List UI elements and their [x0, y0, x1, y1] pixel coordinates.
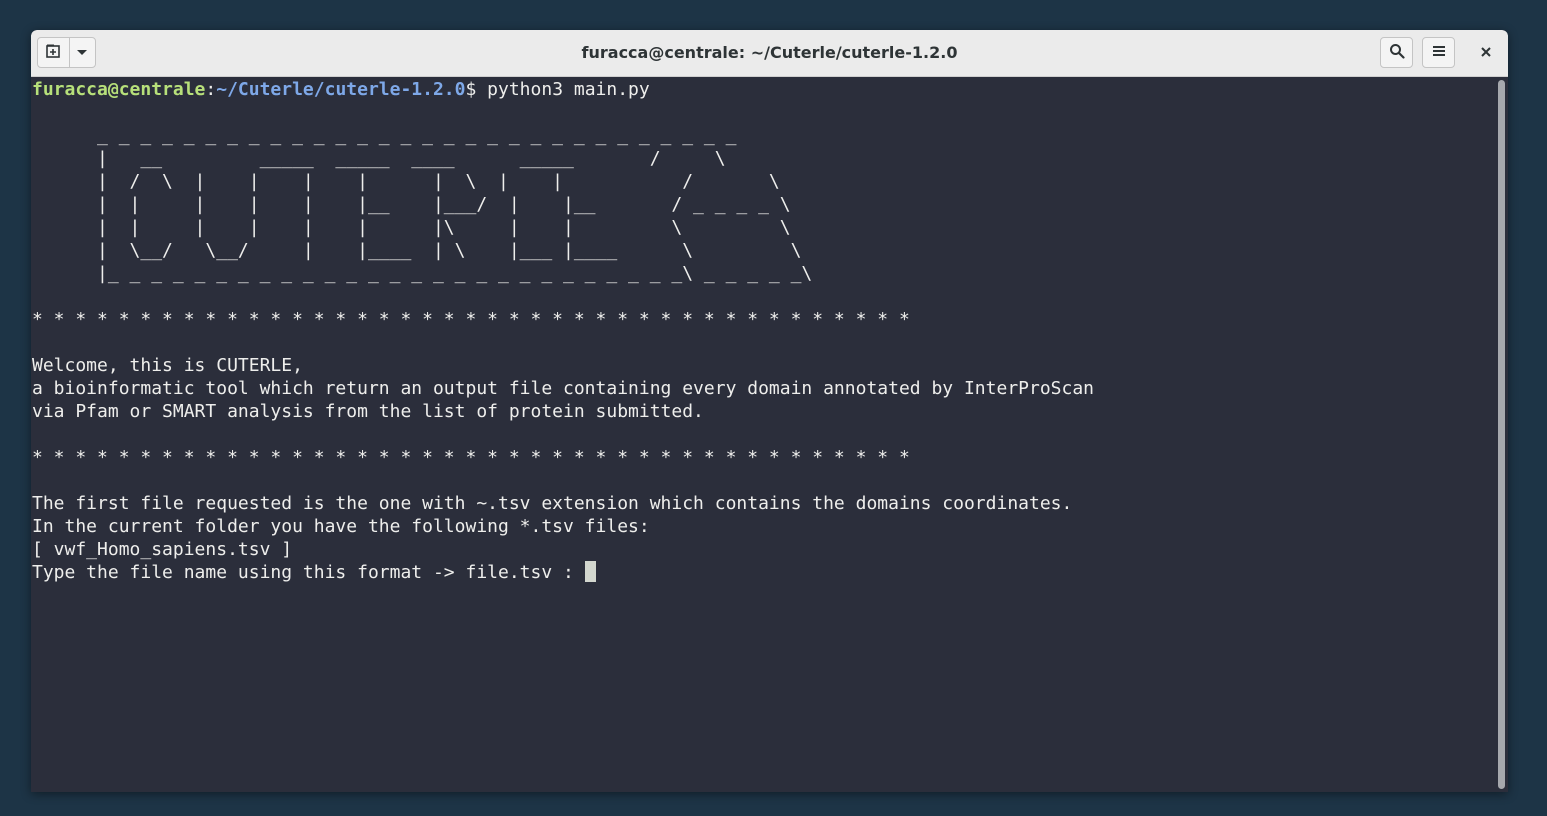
terminal-output: furacca@centrale:~/Cuterle/cuterle-1.2.0…	[31, 77, 1495, 584]
menu-button[interactable]	[1422, 37, 1455, 68]
prompt-path: ~/Cuterle/cuterle-1.2.0	[216, 79, 466, 100]
close-button[interactable]	[1469, 37, 1502, 68]
welcome-text: Welcome, this is CUTERLE, a bioinformati…	[32, 355, 1095, 422]
separator-line: * * * * * * * * * * * * * * * * * * * * …	[32, 309, 910, 330]
command-text: python3 main.py	[487, 79, 650, 100]
ascii-banner: _ _ _ _ _ _ _ _ _ _ _ _ _ _ _ _ _ _ _ _ …	[97, 125, 813, 284]
header-bar: furacca@centrale: ~/Cuterle/cuterle-1.2.…	[31, 30, 1508, 77]
hamburger-menu-icon	[1432, 43, 1446, 62]
request-text: The first file requested is the one with…	[32, 493, 1073, 560]
search-button[interactable]	[1380, 37, 1413, 68]
input-prompt: Type the file name using this format -> …	[32, 562, 585, 583]
prompt-user: furacca@centrale	[32, 79, 206, 100]
terminal-window: furacca@centrale: ~/Cuterle/cuterle-1.2.…	[31, 30, 1508, 792]
text-cursor	[584, 561, 596, 582]
close-icon	[1480, 43, 1492, 62]
window-title: furacca@centrale: ~/Cuterle/cuterle-1.2.…	[581, 43, 958, 62]
prompt-separator: :	[205, 79, 217, 100]
scrollbar[interactable]	[1495, 77, 1508, 792]
scrollbar-thumb[interactable]	[1498, 80, 1505, 789]
separator-line: * * * * * * * * * * * * * * * * * * * * …	[32, 447, 910, 468]
search-icon	[1389, 43, 1405, 63]
prompt-symbol: $	[465, 79, 488, 100]
desktop: furacca@centrale: ~/Cuterle/cuterle-1.2.…	[0, 0, 1547, 816]
terminal-area[interactable]: furacca@centrale:~/Cuterle/cuterle-1.2.0…	[31, 77, 1495, 792]
prompt-line: furacca@centrale:~/Cuterle/cuterle-1.2.0…	[32, 79, 650, 100]
